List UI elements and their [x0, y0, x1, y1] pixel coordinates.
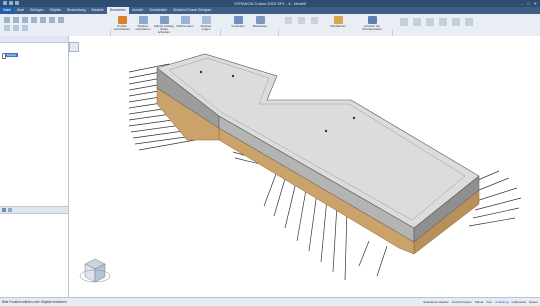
tab-bauteile[interactable]: Bauteile [88, 7, 106, 14]
faces-tilt-button[interactable]: Flächen neigen [196, 14, 216, 31]
window-controls: – □ ✕ [521, 1, 537, 6]
change-tools [285, 17, 318, 24]
slab-hole [352, 116, 356, 120]
intersect-icon[interactable] [426, 18, 434, 26]
push-face-icon [159, 16, 169, 24]
extend-icon[interactable] [311, 17, 318, 24]
filter-icon[interactable] [8, 208, 12, 212]
tab-einfuegen[interactable]: Einfügen [27, 7, 46, 14]
rotate-icon[interactable] [13, 17, 19, 23]
minimize-icon[interactable]: – [521, 1, 523, 6]
edit-wall-icon [255, 16, 265, 24]
slab-hole [324, 129, 328, 133]
delete-at-intersection-button[interactable]: Löschen am Schnittpunkten [362, 14, 382, 31]
status-planar[interactable]: Planar [475, 300, 484, 304]
properties-toolbar [0, 206, 68, 214]
properties-icon[interactable] [2, 208, 6, 212]
status-fixed[interactable]: Fixe [487, 300, 493, 304]
status-grid[interactable]: Raster [529, 300, 538, 304]
face-push-button[interactable]: Fläche entlang Kante schieben [154, 14, 174, 35]
split-face-icon [180, 16, 190, 24]
face-split-button[interactable]: Fläche teilen [175, 14, 195, 28]
subtract-icon[interactable] [413, 18, 421, 26]
tree-node-model[interactable]: Modell [5, 53, 18, 57]
tab-bearbeitung[interactable]: Bearbeitung [64, 7, 88, 14]
scale-icon[interactable] [31, 17, 37, 23]
stretch-icon[interactable] [13, 25, 19, 31]
copy-icon[interactable] [40, 17, 46, 23]
model-tree-panel: Modell [0, 36, 69, 297]
status-view-edges[interactable]: Ansicht Kanten [452, 300, 472, 304]
status-grip-points[interactable]: Griffpunkte [512, 300, 527, 304]
maximize-icon[interactable]: □ [527, 1, 529, 6]
tree-toolbar [0, 36, 68, 43]
tab-ansicht[interactable]: Ansicht [129, 7, 146, 14]
trim-icon[interactable] [298, 17, 305, 24]
snap-icon[interactable] [22, 25, 28, 31]
3d-viewport[interactable] [69, 36, 540, 297]
status-message: Bitte Funktion wählen oder Objekte marki… [2, 299, 67, 304]
tab-datei[interactable]: Datei [0, 7, 14, 14]
status-division[interactable]: Aufteilung [495, 300, 508, 304]
points-move-button[interactable]: Punkte verschieben [112, 14, 132, 31]
status-selected-objects[interactable]: Selektierte Objekte [423, 300, 448, 304]
merge-icon[interactable] [465, 18, 473, 26]
title-bar: STRAKON Cubus 2020 SP1 - 4 - Modell – □ … [0, 0, 540, 7]
slab-hole [231, 74, 235, 78]
transform-tools-row2 [4, 25, 28, 31]
edit-walls-button[interactable]: Bearbeiten [250, 14, 270, 28]
tilt-face-icon [201, 16, 211, 24]
boolean-tools [400, 18, 473, 26]
end-face-icon [333, 16, 343, 24]
slab-hole [199, 70, 203, 74]
ribbon-tabs: Datei Start Einfügen Objekte Bearbeitung… [0, 7, 540, 14]
slab-model-drawing [79, 53, 522, 283]
move-icon[interactable] [4, 17, 10, 23]
slab-top [156, 53, 480, 229]
close-icon[interactable]: ✕ [534, 1, 537, 6]
end-faces-button[interactable]: Stirnflächen [328, 14, 348, 28]
offset-icon[interactable] [4, 25, 10, 31]
status-toggles: Selektierte Objekte Ansicht Kanten Plana… [423, 300, 538, 304]
union-icon[interactable] [400, 18, 408, 26]
tab-schalbreiter[interactable]: Schalbreiter [146, 7, 170, 14]
align-icon[interactable] [58, 17, 64, 23]
transform-tools [4, 17, 64, 23]
points-move-icon [117, 16, 127, 24]
split-solid-icon[interactable] [439, 18, 447, 26]
cut-icon[interactable] [285, 17, 292, 24]
view-cube[interactable] [79, 258, 111, 283]
tab-bruecken-tunnel[interactable]: Brücken/Tunnel Designer [170, 7, 214, 14]
tab-objekte[interactable]: Objekte [46, 7, 64, 14]
window-title: STRAKON Cubus 2020 SP1 - 4 - Modell [234, 1, 306, 6]
mirror-icon[interactable] [22, 17, 28, 23]
connect-button[interactable]: Verbinden [228, 14, 248, 28]
extrude-icon [138, 16, 148, 24]
connect-icon [233, 16, 243, 24]
delete-intersection-icon [367, 16, 377, 24]
array-icon[interactable] [49, 17, 55, 23]
tab-start[interactable]: Start [14, 7, 27, 14]
faces-extrude-button[interactable]: Flächen extrudieren [133, 14, 153, 31]
tab-bearbeiten[interactable]: Bearbeiten [106, 7, 130, 14]
ribbon: Transformieren Punkte verschieben Fläche… [0, 14, 540, 50]
slice-icon[interactable] [452, 18, 460, 26]
